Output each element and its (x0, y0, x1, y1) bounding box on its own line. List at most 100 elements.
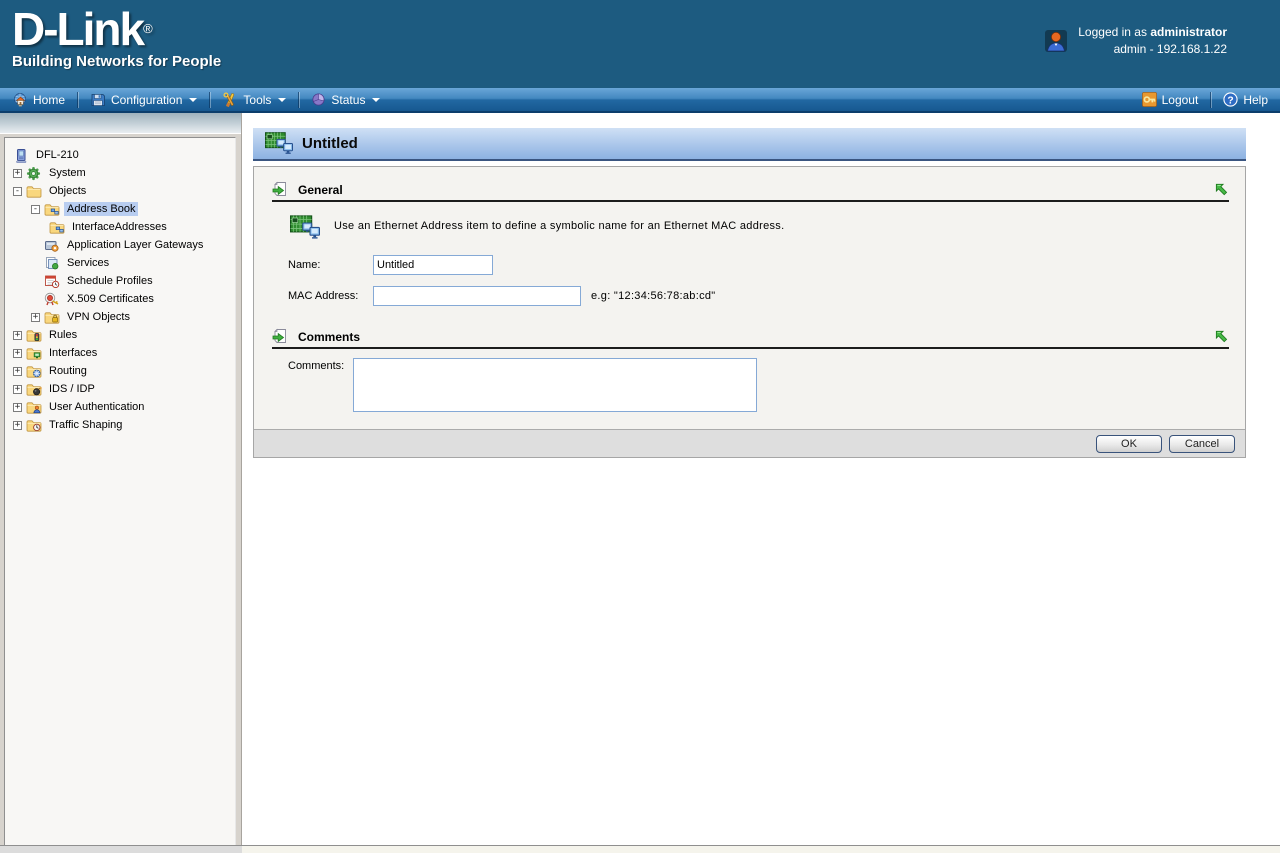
help-icon (1223, 92, 1238, 107)
expand-icon[interactable]: + (13, 168, 22, 178)
tree-item-rules[interactable]: + Rules (5, 326, 235, 344)
traffic-shaping-folder-icon (26, 418, 43, 433)
expand-icon[interactable]: + (31, 312, 40, 322)
general-section-header: General (272, 181, 1229, 202)
chevron-down-icon (278, 97, 287, 102)
tree-item-services[interactable]: Services (5, 254, 235, 272)
logged-in-detail: admin - 192.168.1.22 (1113, 42, 1227, 56)
tree-item-user-authentication[interactable]: + User Authentication (5, 398, 235, 416)
nav-help[interactable]: Help (1211, 88, 1280, 111)
form-panel: General Use an Ethernet Address item to … (253, 166, 1246, 458)
comments-section-header: Comments (272, 328, 1229, 349)
general-description: Use an Ethernet Address item to define a… (334, 220, 785, 232)
nav-right-group: Logout Help (1130, 88, 1280, 111)
home-icon (12, 92, 28, 108)
ethernet-address-icon (265, 132, 293, 156)
tree-item-system[interactable]: + System (5, 164, 235, 182)
expand-icon[interactable]: + (13, 420, 22, 430)
comments-label: Comments: (288, 360, 345, 372)
general-description-row: Use an Ethernet Address item to define a… (290, 215, 1225, 241)
nav-tools-label: Tools (243, 92, 272, 107)
sidebar-grip[interactable] (0, 113, 241, 134)
rules-folder-icon (26, 328, 43, 343)
status-icon (311, 92, 326, 107)
nav-home[interactable]: Home (0, 88, 77, 111)
comments-section-title: Comments (298, 330, 361, 344)
login-info: Logged in as administrator admin - 192.1… (1044, 24, 1227, 58)
dlink-admin-page: D-Link® Building Networks for People Log… (0, 0, 1280, 853)
tree-item-vpn-objects[interactable]: + VPN Objects (5, 308, 235, 326)
dlink-tagline: Building Networks for People (12, 53, 222, 70)
name-input[interactable] (373, 255, 493, 275)
sidebar: DFL-210 + System - Objects - Address Boo… (0, 113, 242, 853)
tree-item-traffic-shaping[interactable]: + Traffic Shaping (5, 416, 235, 434)
navigation-tree: DFL-210 + System - Objects - Address Boo… (4, 137, 236, 853)
tree-item-application-layer-gateways[interactable]: Application Layer Gateways (5, 236, 235, 254)
collapse-section-arrow-icon[interactable] (1214, 329, 1229, 344)
tree-item-routing[interactable]: + Routing (5, 362, 235, 380)
expand-icon[interactable]: + (13, 384, 22, 394)
expand-icon[interactable]: + (13, 402, 22, 412)
page-title: Untitled (302, 135, 358, 152)
services-icon (44, 256, 61, 271)
logged-in-prefix: Logged in as (1078, 25, 1151, 39)
name-field-row: Name: (288, 255, 1245, 275)
certificate-icon (44, 292, 61, 307)
user-avatar-icon (1044, 29, 1068, 53)
tree-item-ids-idp[interactable]: + IDS / IDP (5, 380, 235, 398)
tree-item-interface-addresses[interactable]: InterfaceAddresses (5, 218, 235, 236)
nav-help-label: Help (1243, 92, 1268, 107)
mac-address-input[interactable] (373, 286, 581, 306)
collapse-icon[interactable]: - (31, 204, 40, 214)
nav-configuration-label: Configuration (111, 92, 183, 107)
mac-field-row: MAC Address: e.g: "12:34:56:78:ab:cd" (288, 286, 1245, 306)
page-bottom-strip (0, 846, 1280, 853)
cancel-button[interactable]: Cancel (1169, 434, 1235, 453)
collapse-section-arrow-icon[interactable] (1214, 182, 1229, 197)
routing-folder-icon (26, 364, 43, 379)
button-bar: OK Cancel (254, 429, 1245, 457)
address-folder-icon (49, 220, 66, 235)
tree-item-dfl-210[interactable]: DFL-210 (5, 146, 235, 164)
navbar: Home Configuration Tools Status Logout H… (0, 88, 1280, 113)
chevron-down-icon (372, 97, 381, 102)
system-gear-icon (26, 166, 43, 181)
tools-icon (222, 92, 238, 108)
dlink-logo: D-Link® Building Networks for People (12, 6, 221, 70)
nav-logout[interactable]: Logout (1130, 88, 1211, 111)
device-icon (13, 148, 30, 163)
tree-item-x509-certificates[interactable]: X.509 Certificates (5, 290, 235, 308)
folder-icon (26, 184, 43, 199)
tree-item-interfaces[interactable]: + Interfaces (5, 344, 235, 362)
configuration-icon (90, 92, 106, 108)
ok-button[interactable]: OK (1096, 434, 1162, 453)
nav-configuration[interactable]: Configuration (78, 88, 209, 111)
section-page-icon (272, 181, 289, 197)
nav-tools[interactable]: Tools (210, 88, 298, 111)
mac-address-hint: e.g: "12:34:56:78:ab:cd" (591, 290, 716, 302)
expand-icon[interactable]: + (13, 330, 22, 340)
general-section-title: General (298, 183, 343, 197)
login-text: Logged in as administrator admin - 192.1… (1078, 24, 1227, 58)
nav-status-label: Status (331, 92, 366, 107)
ids-folder-icon (26, 382, 43, 397)
dlink-logo-text: D-Link® (12, 3, 153, 55)
logout-key-icon (1142, 92, 1157, 107)
logged-in-username: administrator (1150, 25, 1227, 39)
gateway-icon (44, 238, 61, 253)
nav-home-label: Home (33, 92, 66, 107)
mac-address-label: MAC Address: (288, 290, 359, 302)
expand-icon[interactable]: + (13, 348, 22, 358)
tree-item-schedule-profiles[interactable]: Schedule Profiles (5, 272, 235, 290)
nav-status[interactable]: Status (299, 88, 392, 111)
collapse-icon[interactable]: - (13, 186, 22, 196)
nav-logout-label: Logout (1161, 92, 1199, 107)
tree-item-address-book[interactable]: - Address Book (5, 200, 235, 218)
expand-icon[interactable]: + (13, 366, 22, 376)
address-book-folder-icon (44, 202, 61, 217)
section-page-icon (272, 328, 289, 344)
interfaces-folder-icon (26, 346, 43, 361)
comments-textarea[interactable] (353, 358, 757, 412)
tree-item-objects[interactable]: - Objects (5, 182, 235, 200)
header: D-Link® Building Networks for People Log… (0, 0, 1280, 88)
